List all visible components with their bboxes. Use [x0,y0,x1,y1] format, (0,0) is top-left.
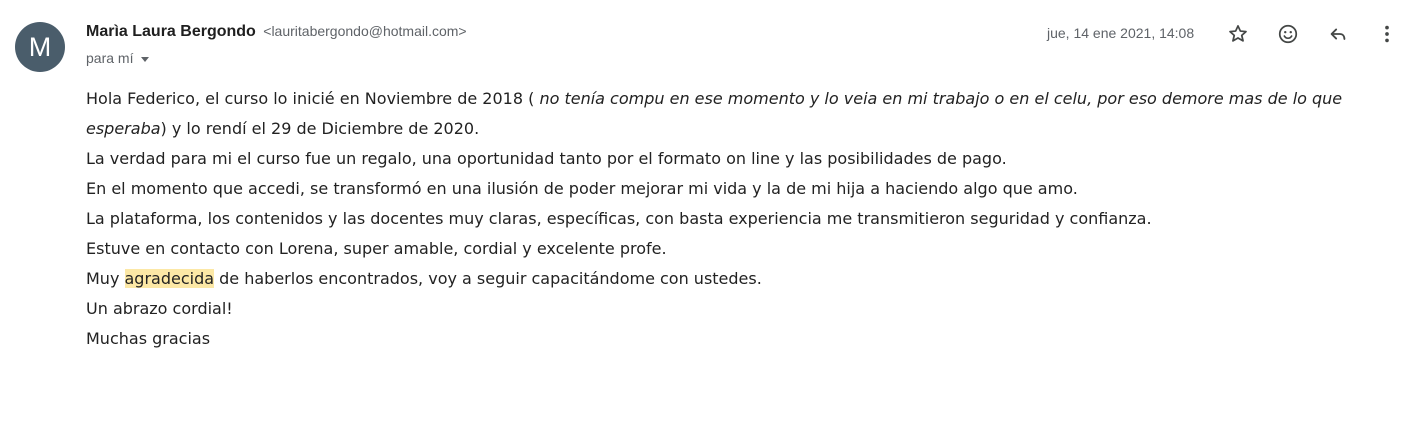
sender-email: <lauritabergondo@hotmail.com> [263,23,467,39]
more-options-button[interactable] [1374,21,1400,47]
star-icon [1229,25,1247,42]
chevron-down-icon[interactable] [141,56,150,62]
emoji-icon [1278,24,1298,44]
message-paragraph-8: Muchas gracias [86,329,211,348]
star-button[interactable] [1225,21,1251,47]
add-reaction-button[interactable] [1275,21,1301,47]
sender-name[interactable]: Marìa Laura Bergondo [86,23,256,40]
recipient-details-toggle[interactable]: para mí [86,50,150,66]
message-paragraph-5: Estuve en contacto con Lorena, super ama… [86,239,667,258]
reply-button[interactable] [1325,21,1351,47]
message-paragraph-1: Hola Federico, el curso lo inicié en Nov… [86,84,1376,144]
sender-line: Marìa Laura Bergondo <lauritabergondo@ho… [86,23,467,41]
message-paragraph-6: Muy agradecida de haberlos encontrados, … [86,264,1376,294]
message-text: Muy [86,269,125,288]
highlighted-word: agradecida [124,269,215,288]
message-paragraph-3: En el momento que accedi, se transformó … [86,179,1078,198]
message-body: Hola Federico, el curso lo inicié en Nov… [86,84,1376,354]
message-paragraph-4: La plataforma, los contenidos y las doce… [86,209,1152,228]
avatar[interactable]: M [15,22,65,72]
message-text: Hola Federico, el curso lo inicié en Nov… [86,89,540,108]
message-text: de haberlos encontrados, voy a seguir ca… [214,269,762,288]
more-vert-icon [1385,25,1389,43]
message-date: jue, 14 ene 2021, 14:08 [1047,25,1195,41]
reply-icon [1330,28,1346,40]
message-paragraph-7: Un abrazo cordial! [86,299,233,318]
recipient-label: para mí [86,50,134,66]
message-paragraph-2: La verdad para mi el curso fue un regalo… [86,149,1007,168]
message-text: ) y lo rendí el 29 de Diciembre de 2020. [160,119,480,138]
